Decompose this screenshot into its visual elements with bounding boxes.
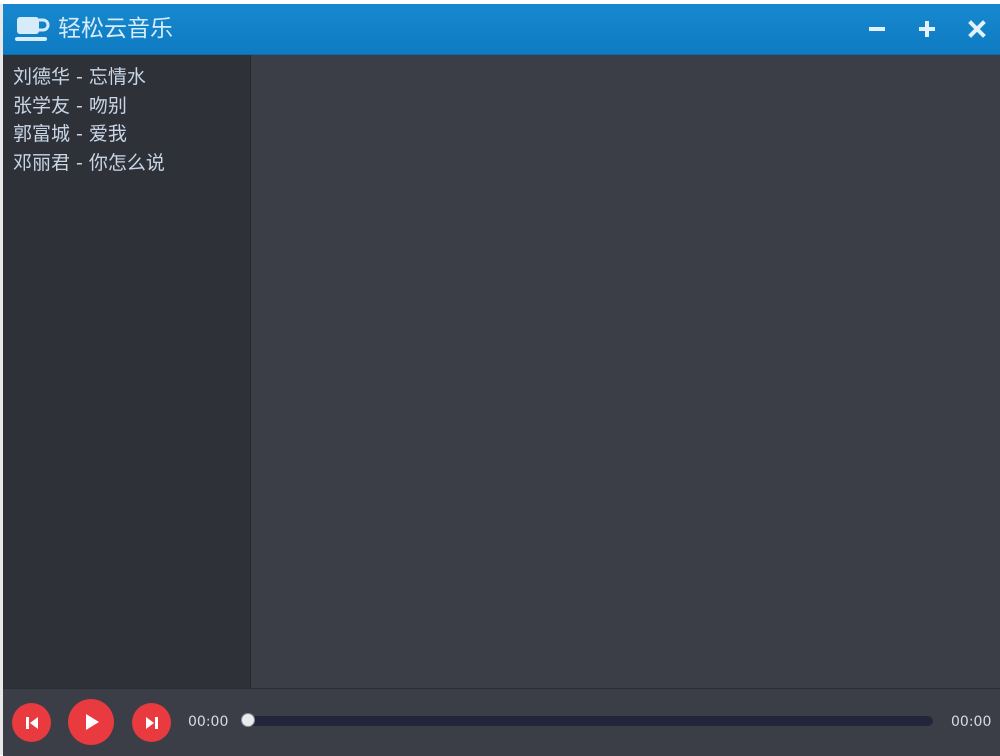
playlist-item[interactable]: 邓丽君 - 你怎么说	[3, 150, 250, 179]
current-time: 00:00	[188, 714, 229, 730]
playlist: 刘德华 - 忘情水 张学友 - 吻别 郭富城 - 爱我 邓丽君 - 你怎么说	[3, 55, 250, 178]
play-button[interactable]	[68, 699, 114, 745]
plus-icon	[919, 21, 935, 37]
progress-handle[interactable]	[241, 713, 255, 727]
minus-icon	[869, 27, 885, 31]
music-player-window: 轻松云音乐 刘德华 - 忘情水 张学友 - 吻别 郭富城 - 爱我 邓丽君 - …	[3, 4, 1000, 756]
player-control-bar: 00:00 00:00	[3, 688, 1000, 756]
minimize-button[interactable]	[864, 16, 890, 42]
maximize-button[interactable]	[914, 16, 940, 42]
coffee-cup-icon	[15, 17, 50, 41]
playlist-item[interactable]: 张学友 - 吻别	[3, 93, 250, 122]
close-button[interactable]	[964, 16, 990, 42]
skip-next-icon	[145, 716, 158, 729]
total-time: 00:00	[951, 714, 992, 730]
progress-bar[interactable]	[241, 713, 933, 727]
previous-track-button[interactable]	[12, 703, 51, 742]
playlist-item[interactable]: 刘德华 - 忘情水	[3, 64, 250, 93]
app-title: 轻松云音乐	[58, 16, 173, 42]
play-icon	[86, 714, 99, 730]
close-icon	[968, 20, 986, 38]
skip-previous-icon	[25, 716, 38, 729]
next-track-button[interactable]	[132, 703, 171, 742]
playlist-sidebar: 刘德华 - 忘情水 张学友 - 吻别 郭富城 - 爱我 邓丽君 - 你怎么说	[3, 55, 251, 688]
playlist-item[interactable]: 郭富城 - 爱我	[3, 121, 250, 150]
title-bar[interactable]: 轻松云音乐	[3, 4, 1000, 55]
main-content-area	[251, 55, 1000, 688]
